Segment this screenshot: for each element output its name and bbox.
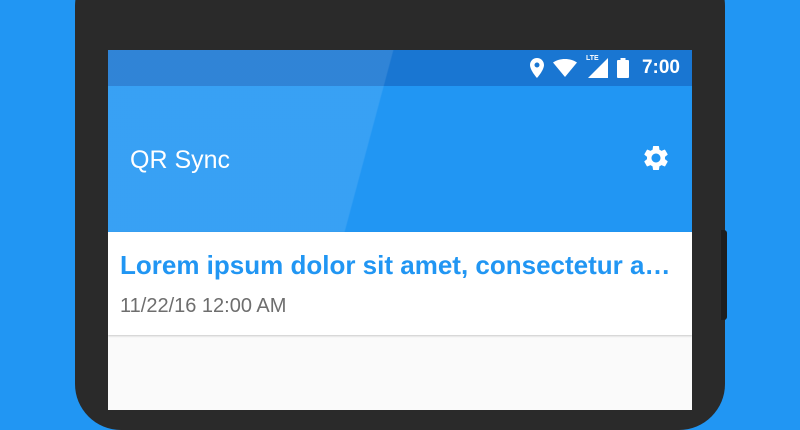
- location-icon: [529, 58, 544, 78]
- status-bar: LTE 7:00: [108, 50, 692, 86]
- lte-label: LTE: [585, 55, 599, 62]
- wifi-icon: [552, 59, 577, 77]
- settings-button[interactable]: [640, 144, 672, 176]
- app-title: QR Sync: [130, 146, 231, 174]
- list-item[interactable]: Lorem ipsum dolor sit amet, consectetur …: [108, 232, 692, 335]
- side-button: [721, 230, 727, 320]
- lte-signal-icon: LTE: [585, 55, 608, 78]
- battery-icon: [616, 58, 629, 78]
- phone-screen: LTE 7:00 QR Sync TEXT LINKS CONTACTS Lor…: [108, 50, 692, 410]
- clock: 7:00: [641, 57, 680, 78]
- gear-icon: [641, 143, 671, 178]
- item-title: Lorem ipsum dolor sit amet, consectetur …: [120, 250, 680, 280]
- item-date: 11/22/16 12:00 AM: [120, 295, 287, 317]
- app-bar: QR Sync TEXT LINKS CONTACTS: [108, 86, 692, 268]
